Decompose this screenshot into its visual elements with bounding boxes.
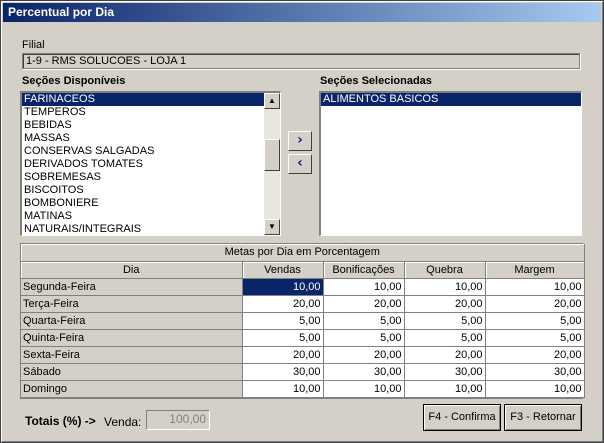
secao-disponivel-item[interactable]: SOBREMESAS: [22, 171, 264, 184]
secao-disponivel-item[interactable]: CONSERVAS SALGADAS: [22, 145, 264, 158]
col-bonificacoes[interactable]: Bonificações: [323, 261, 405, 279]
col-margem[interactable]: Margem: [485, 261, 585, 279]
grid-row: Sábado 30,00 30,00 30,00 30,00: [21, 363, 585, 381]
secoes-selecionadas-list[interactable]: ALIMENTOS BASICOS: [319, 91, 582, 236]
quebra-cell[interactable]: 5,00: [404, 312, 486, 330]
bonificacoes-cell[interactable]: 20,00: [323, 346, 405, 364]
day-cell: Terça-Feira: [21, 295, 243, 313]
secao-disponivel-item[interactable]: MATINAS: [22, 210, 264, 223]
percentual-window: Percentual por Dia Filial 1-9 - RMS SOLU…: [0, 0, 604, 443]
bonificacoes-cell[interactable]: 20,00: [323, 295, 405, 313]
secao-disponivel-item[interactable]: FARINACEOS: [22, 93, 264, 106]
col-dia[interactable]: Dia: [21, 261, 243, 279]
secao-disponivel-item[interactable]: MASSAS: [22, 132, 264, 145]
day-cell: Domingo: [21, 380, 243, 398]
quebra-cell[interactable]: 30,00: [404, 363, 486, 381]
bonificacoes-cell[interactable]: 30,00: [323, 363, 405, 381]
secoes-selecionadas-label: Seções Selecionadas: [320, 75, 432, 87]
col-vendas[interactable]: Vendas: [242, 261, 324, 279]
metas-grid: Metas por Dia em Porcentagem Dia Vendas …: [20, 243, 585, 399]
filial-label: Filial: [22, 39, 45, 51]
vendas-cell[interactable]: 10,00: [242, 380, 324, 398]
secao-selecionada-item[interactable]: ALIMENTOS BASICOS: [321, 93, 581, 106]
grid-row: Quarta-Feira 5,00 5,00 5,00 5,00: [21, 312, 585, 330]
secoes-disponiveis-scrollbar[interactable]: ▲ ▼: [264, 93, 280, 235]
scroll-up-button[interactable]: ▲: [264, 93, 280, 109]
secoes-disponiveis-list[interactable]: FARINACEOS TEMPEROS BEBIDAS MASSAS CONSERVAS…: [20, 91, 281, 236]
bonificacoes-cell[interactable]: 10,00: [323, 278, 405, 296]
secao-disponivel-item[interactable]: BEBIDAS: [22, 119, 264, 132]
vendas-cell[interactable]: 10,00: [242, 278, 324, 296]
quebra-cell[interactable]: 5,00: [404, 329, 486, 347]
grid-row: Sexta-Feira 20,00 20,00 20,00 20,00: [21, 346, 585, 364]
bonificacoes-cell[interactable]: 5,00: [323, 329, 405, 347]
vendas-cell[interactable]: 30,00: [242, 363, 324, 381]
confirma-button[interactable]: F4 - Confirma: [423, 404, 501, 431]
secao-disponivel-item[interactable]: TEMPEROS: [22, 106, 264, 119]
scroll-thumb[interactable]: [264, 139, 280, 171]
col-quebra[interactable]: Quebra: [404, 261, 486, 279]
margem-cell[interactable]: 30,00: [485, 363, 585, 381]
margem-cell[interactable]: 5,00: [485, 329, 585, 347]
margem-cell[interactable]: 10,00: [485, 380, 585, 398]
secao-disponivel-item[interactable]: BOMBONIERE: [22, 197, 264, 210]
day-cell: Sábado: [21, 363, 243, 381]
grid-row: Terça-Feira 20,00 20,00 20,00 20,00: [21, 295, 585, 313]
quebra-cell[interactable]: 20,00: [404, 295, 486, 313]
grid-row: Quinta-Feira 5,00 5,00 5,00 5,00: [21, 329, 585, 347]
vendas-cell[interactable]: 5,00: [242, 312, 324, 330]
vendas-cell[interactable]: 20,00: [242, 295, 324, 313]
secao-disponivel-item[interactable]: DERIVADOS TOMATES: [22, 158, 264, 171]
retornar-button[interactable]: F3 - Retornar: [504, 404, 582, 431]
day-cell: Quinta-Feira: [21, 329, 243, 347]
day-cell: Segunda-Feira: [21, 278, 243, 296]
quebra-cell[interactable]: 10,00: [404, 380, 486, 398]
grid-row: Segunda-Feira 10,00 10,00 10,00 10,00: [21, 278, 585, 296]
remove-section-button[interactable]: ‹: [288, 154, 312, 174]
day-cell: Sexta-Feira: [21, 346, 243, 364]
day-cell: Quarta-Feira: [21, 312, 243, 330]
grid-row: Domingo 10,00 10,00 10,00 10,00: [21, 380, 585, 398]
secoes-disponiveis-label: Seções Disponíveis: [22, 75, 126, 87]
venda-label: Venda:: [104, 415, 142, 429]
margem-cell[interactable]: 20,00: [485, 295, 585, 313]
secao-disponivel-item[interactable]: NATURAIS/INTEGRAIS: [22, 223, 264, 235]
secao-disponivel-item[interactable]: BISCOITOS: [22, 184, 264, 197]
total-venda-field: 100,00: [146, 410, 210, 430]
vendas-cell[interactable]: 20,00: [242, 346, 324, 364]
totais-label: Totais (%) ->: [25, 414, 96, 428]
bonificacoes-cell[interactable]: 5,00: [323, 312, 405, 330]
filial-field: 1-9 - RMS SOLUCOES - LOJA 1: [22, 53, 580, 69]
margem-cell[interactable]: 5,00: [485, 312, 585, 330]
margem-cell[interactable]: 20,00: [485, 346, 585, 364]
vendas-cell[interactable]: 5,00: [242, 329, 324, 347]
scroll-down-button[interactable]: ▼: [264, 219, 280, 235]
grid-title: Metas por Dia em Porcentagem: [21, 244, 585, 262]
margem-cell[interactable]: 10,00: [485, 278, 585, 296]
quebra-cell[interactable]: 20,00: [404, 346, 486, 364]
quebra-cell[interactable]: 10,00: [404, 278, 486, 296]
bonificacoes-cell[interactable]: 10,00: [323, 380, 405, 398]
add-section-button[interactable]: ›: [288, 131, 312, 151]
window-title: Percentual por Dia: [3, 3, 601, 22]
